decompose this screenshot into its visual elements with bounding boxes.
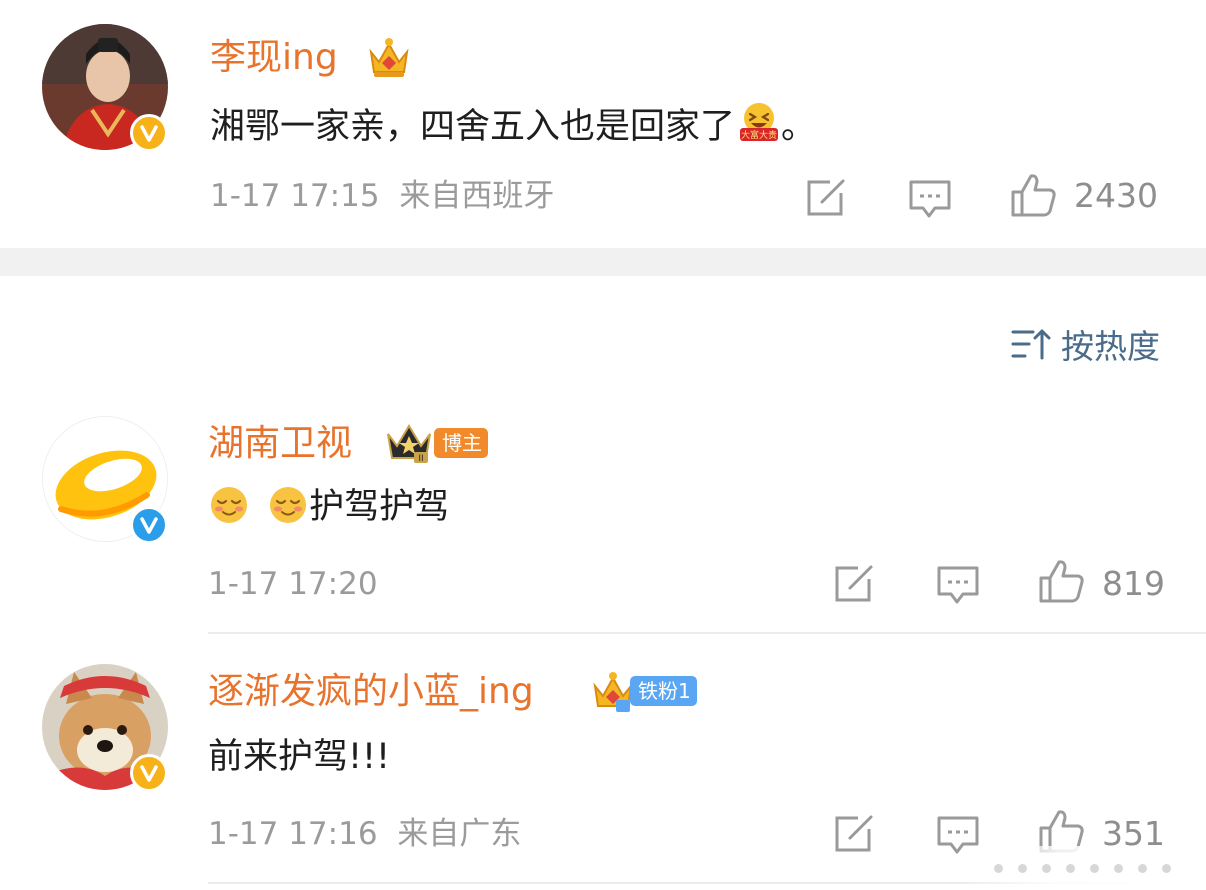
crown-vip-icon: II	[387, 424, 431, 464]
fan-badge: 铁粉1	[630, 676, 697, 706]
emoji-label: 大富大贵	[741, 129, 777, 141]
svg-text:II: II	[418, 454, 423, 464]
post-text-end: 。	[781, 107, 817, 147]
smile-emoji-icon	[211, 487, 247, 523]
smile-emoji-icon	[270, 487, 307, 523]
post-text-content: 湘鄂一家亲，四舍五入也是回家了	[210, 107, 736, 147]
original-post: 李现ing 湘鄂一家亲，四舍五入也是回家了 大富大贵 。 1-17 17:15 …	[0, 0, 1206, 248]
comment-like-count: 819	[1102, 564, 1165, 603]
comment-icon[interactable]	[936, 564, 980, 606]
watermark-overlay	[960, 846, 1206, 890]
like-icon[interactable]	[1038, 558, 1086, 604]
verified-badge-icon	[130, 506, 168, 544]
comment-meta: 1-17 17:16 来自广东	[208, 814, 521, 854]
sort-by-hot-button[interactable]: 按热度	[1011, 322, 1160, 366]
verified-badge-icon	[130, 754, 168, 792]
verified-badge-icon	[130, 114, 168, 152]
comment-author-name[interactable]: 湖南卫视	[208, 422, 352, 466]
comment-time: 1-17 17:16	[208, 816, 378, 852]
post-like-count: 2430	[1074, 176, 1158, 215]
sort-label: 按热度	[1061, 327, 1160, 366]
comment-source: 来自广东	[397, 816, 522, 852]
comment-text: 前来护驾!!!	[208, 737, 391, 777]
comment-time: 1-17 17:20	[208, 566, 378, 602]
repost-icon[interactable]	[804, 178, 848, 218]
crown-vip-icon	[369, 38, 409, 77]
post-time: 1-17 17:15	[210, 178, 380, 214]
blogger-badge: 博主	[434, 428, 488, 458]
comment-icon[interactable]	[908, 178, 952, 220]
comment-text: 护驾护驾	[208, 484, 449, 530]
post-author-name[interactable]: 李现ing	[210, 36, 338, 80]
like-icon[interactable]	[1010, 172, 1058, 218]
comment-meta: 1-17 17:20	[208, 564, 378, 604]
post-text: 湘鄂一家亲，四舍五入也是回家了 大富大贵 。	[210, 100, 816, 150]
post-meta: 1-17 17:15 来自西班牙	[210, 176, 554, 216]
comment-divider	[208, 632, 1206, 634]
comment-text-content: 护驾护驾	[309, 487, 450, 527]
repost-icon[interactable]	[832, 564, 876, 604]
post-source: 来自西班牙	[399, 178, 555, 214]
sort-icon	[1011, 329, 1051, 360]
repost-icon[interactable]	[832, 814, 876, 854]
section-gap	[0, 248, 1206, 276]
comment-author-name[interactable]: 逐渐发疯的小蓝_ing	[208, 670, 534, 714]
rich-laughing-emoji-icon: 大富大贵	[740, 103, 779, 141]
